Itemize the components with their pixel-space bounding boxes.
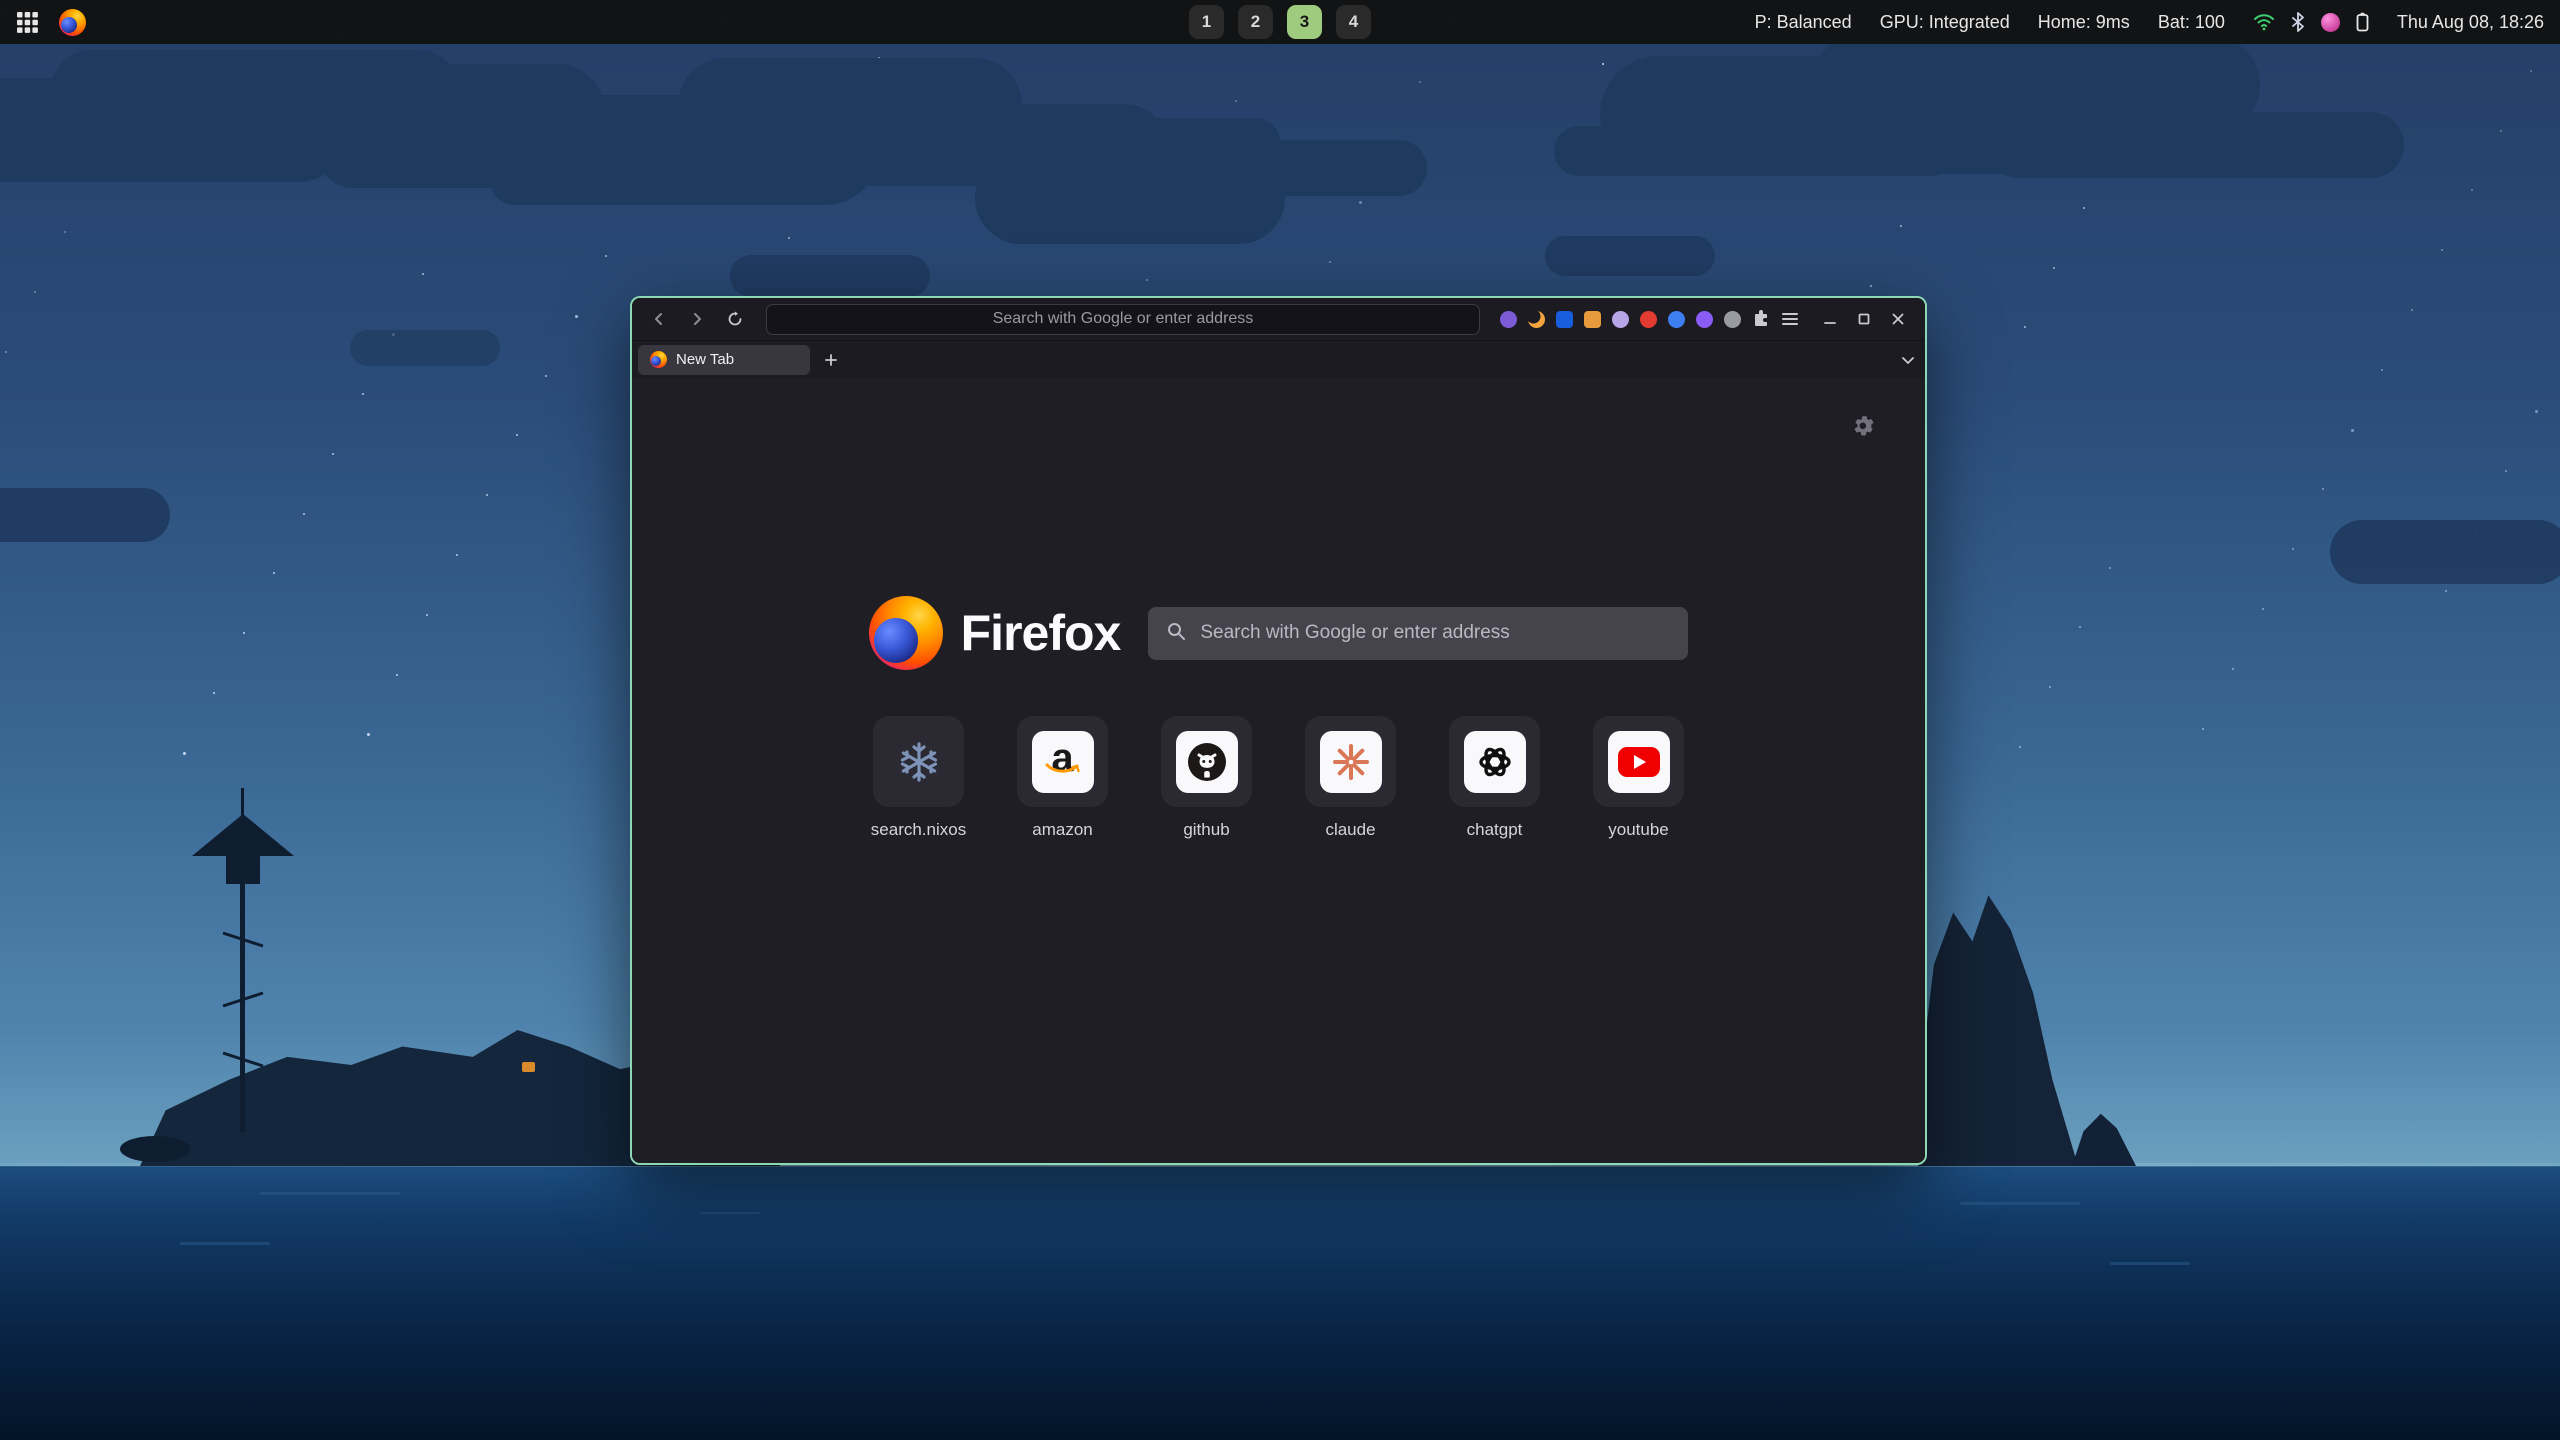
shortcut-label: youtube xyxy=(1608,820,1669,840)
cloud xyxy=(730,255,930,297)
tab-bar: New Tab xyxy=(632,340,1925,378)
extension-icon-6[interactable] xyxy=(1640,311,1657,328)
reload-button[interactable] xyxy=(718,303,752,335)
cloud xyxy=(0,78,350,182)
tab-title: New Tab xyxy=(676,351,734,368)
cloud xyxy=(1600,56,2070,174)
extension-icon-4[interactable] xyxy=(1584,311,1601,328)
cloud xyxy=(0,488,170,542)
window-controls xyxy=(1809,312,1915,326)
shortcut-search-nixos[interactable]: search.nixos xyxy=(873,716,964,840)
shortcut-youtube[interactable]: youtube xyxy=(1593,716,1684,840)
battery-status: Bat: 100 xyxy=(2158,12,2225,33)
system-tray xyxy=(2253,12,2369,32)
shortcut-chatgpt[interactable]: chatgpt xyxy=(1449,716,1540,840)
workspace-1[interactable]: 1 xyxy=(1189,5,1224,39)
newtab-search-input[interactable] xyxy=(1148,607,1688,660)
extension-icon-9[interactable] xyxy=(1724,311,1741,328)
minimize-button[interactable] xyxy=(1823,312,1837,326)
shortcut-amazon[interactable]: a amazon xyxy=(1017,716,1108,840)
firefox-window: New Tab Firefox xyxy=(630,296,1927,1165)
close-button[interactable] xyxy=(1891,312,1905,326)
url-bar[interactable] xyxy=(766,304,1480,335)
shortcut-claude[interactable]: claude xyxy=(1305,716,1396,840)
gpu-status: GPU: Integrated xyxy=(1880,12,2010,33)
navigation-toolbar xyxy=(632,298,1925,340)
newtab-hero: Firefox xyxy=(869,596,1689,670)
workspace-switcher: 1 2 3 4 xyxy=(1189,5,1371,39)
shortcut-label: github xyxy=(1183,820,1229,840)
home-ping-status: Home: 9ms xyxy=(2038,12,2130,33)
clock[interactable]: Thu Aug 08, 18:26 xyxy=(2397,12,2544,33)
amazon-smile-icon xyxy=(1045,762,1081,781)
nixos-snowflake-icon xyxy=(897,740,941,784)
youtube-play-icon xyxy=(1618,747,1660,777)
shortcut-label: search.nixos xyxy=(871,820,966,840)
github-octocat-icon xyxy=(1187,742,1227,782)
extensions-puzzle-icon[interactable] xyxy=(1752,310,1770,328)
watchtower xyxy=(190,788,300,1168)
new-tab-button[interactable] xyxy=(816,345,846,375)
wifi-icon[interactable] xyxy=(2253,13,2275,31)
list-all-tabs-chevron-icon[interactable] xyxy=(1891,355,1925,365)
sea-reflection xyxy=(180,1242,270,1245)
island-rocks xyxy=(120,1136,190,1162)
firefox-logo xyxy=(869,596,943,670)
status-bar: 1 2 3 4 P: Balanced GPU: Integrated Home… xyxy=(0,0,2560,44)
forward-button[interactable] xyxy=(680,303,714,335)
extension-icon-5[interactable] xyxy=(1612,311,1629,328)
extension-icon-7[interactable] xyxy=(1668,311,1685,328)
tab-favicon xyxy=(650,351,667,368)
personalize-gear-icon[interactable] xyxy=(1853,416,1875,443)
firefox-taskbar-icon[interactable] xyxy=(59,9,86,36)
cloud xyxy=(1545,236,1715,276)
cloud xyxy=(520,95,880,205)
sea-reflection xyxy=(700,1212,760,1214)
ocean xyxy=(0,1166,2560,1440)
bluetooth-icon[interactable] xyxy=(2291,12,2305,32)
cloud xyxy=(1130,118,1280,166)
workspace-2[interactable]: 2 xyxy=(1238,5,1273,39)
sea-reflection xyxy=(260,1192,400,1195)
sea-reflection xyxy=(2110,1262,2190,1265)
color-profile-icon[interactable] xyxy=(2321,13,2340,32)
workspace-3-active[interactable]: 3 xyxy=(1287,5,1322,39)
device-battery-icon[interactable] xyxy=(2356,12,2369,32)
newtab-page: Firefox xyxy=(632,378,1925,1163)
sea-reflection xyxy=(1960,1202,2080,1205)
extension-icon-8[interactable] xyxy=(1696,311,1713,328)
shortcut-label: chatgpt xyxy=(1467,820,1523,840)
maximize-button[interactable] xyxy=(1857,312,1871,326)
tab-new-tab[interactable]: New Tab xyxy=(638,345,810,375)
extension-toolbar xyxy=(1494,310,1805,328)
extension-icon-1[interactable] xyxy=(1500,311,1517,328)
shortcut-label: amazon xyxy=(1032,820,1092,840)
back-button[interactable] xyxy=(642,303,676,335)
extension-icon-3[interactable] xyxy=(1556,311,1573,328)
island-sign xyxy=(522,1062,535,1072)
workspace-4[interactable]: 4 xyxy=(1336,5,1371,39)
shortcut-github[interactable]: github xyxy=(1161,716,1252,840)
shortcut-label: claude xyxy=(1325,820,1375,840)
app-launcher-icon[interactable] xyxy=(16,11,39,34)
claude-starburst-icon xyxy=(1331,742,1371,782)
chatgpt-logo-icon xyxy=(1475,742,1515,782)
extension-icon-2[interactable] xyxy=(1528,311,1545,328)
menu-hamburger-icon[interactable] xyxy=(1781,311,1799,327)
firefox-wordmark: Firefox xyxy=(961,604,1121,662)
cloud xyxy=(350,330,500,366)
shortcut-tiles: search.nixos a amazon xyxy=(873,716,1684,840)
cloud xyxy=(2330,520,2560,584)
power-profile-status: P: Balanced xyxy=(1755,12,1852,33)
